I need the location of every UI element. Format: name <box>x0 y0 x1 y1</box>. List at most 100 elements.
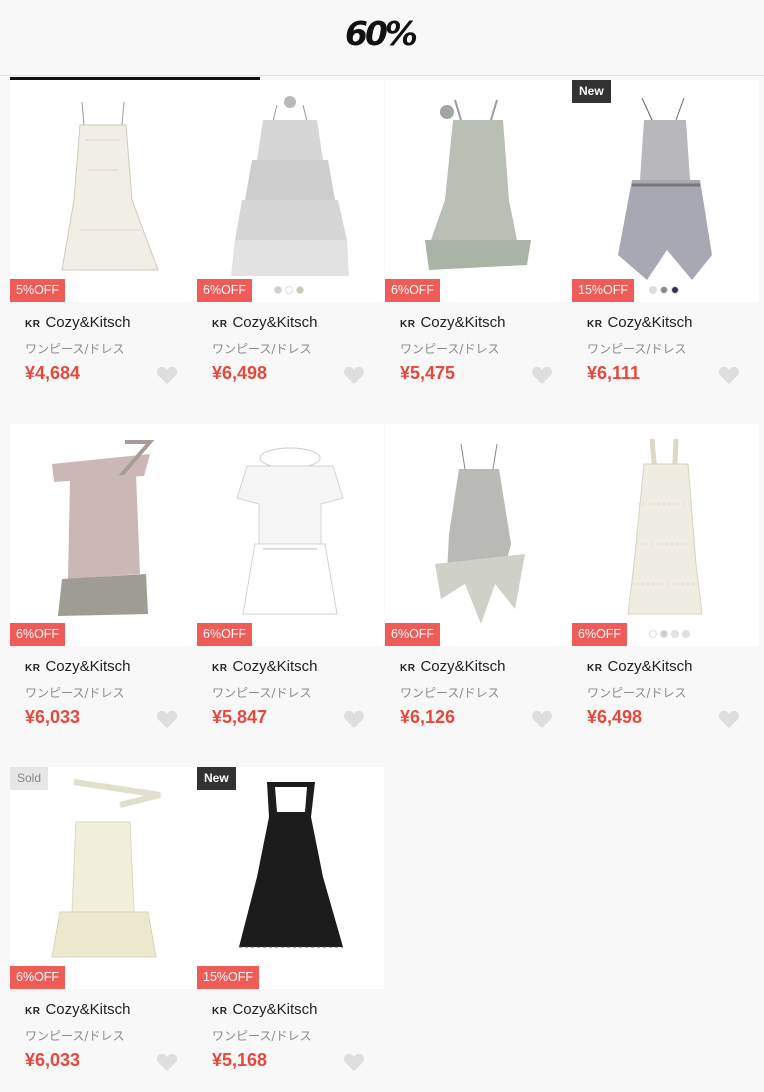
product-info: KR Cozy&Kitsch ワンピース/ドレス ¥5,168 <box>197 989 384 1092</box>
color-swatches <box>649 630 690 638</box>
product-category: ワンピース/ドレス <box>400 342 500 356</box>
color-swatch[interactable] <box>285 286 293 294</box>
dress-illustration <box>51 779 161 958</box>
product-price: ¥6,498 <box>212 363 268 383</box>
country-code: KR <box>400 663 416 674</box>
color-swatches <box>649 286 679 294</box>
product-image[interactable]: 5%OFF <box>10 80 197 302</box>
product-info: KR Cozy&Kitsch ワンピース/ドレス ¥6,126 <box>385 646 572 749</box>
brand-name[interactable]: KR Cozy&Kitsch <box>587 658 692 675</box>
brand-name[interactable]: KR Cozy&Kitsch <box>25 1001 130 1018</box>
product-price: ¥6,126 <box>400 707 456 727</box>
product-price: ¥6,033 <box>25 1050 81 1070</box>
product-card[interactable]: 6%OFF KR Cozy&Kitsch ワンピース/ドレス ¥6,498 <box>197 80 384 405</box>
heart-icon[interactable] <box>531 709 553 729</box>
product-category: ワンピース/ドレス <box>400 686 500 700</box>
brand-label: Cozy&Kitsch <box>420 314 506 331</box>
heart-icon[interactable] <box>718 365 740 385</box>
product-image[interactable]: New 15%OFF <box>197 767 384 989</box>
product-card[interactable]: 6%OFF KR Cozy&Kitsch ワンピース/ドレス ¥5,475 <box>385 80 572 405</box>
country-code: KR <box>25 1006 41 1017</box>
heart-icon[interactable] <box>156 365 178 385</box>
dress-illustration <box>618 97 712 280</box>
discount-badge: 15%OFF <box>572 279 635 302</box>
brand-label: Cozy&Kitsch <box>232 1001 318 1018</box>
product-card[interactable]: Sold 6%OFF KR Cozy&Kitsch ワンピース/ドレス ¥6,033 <box>10 767 197 1092</box>
color-swatch[interactable] <box>660 286 668 294</box>
brand-label: Cozy&Kitsch <box>45 658 131 675</box>
discount-badge: 6%OFF <box>197 623 253 646</box>
dress-illustration <box>627 438 703 615</box>
dress-illustration <box>236 447 344 615</box>
brand-label: Cozy&Kitsch <box>45 1001 131 1018</box>
product-card[interactable]: 5%OFF KR Cozy&Kitsch ワンピース/ドレス ¥4,684 <box>10 80 197 405</box>
color-swatch[interactable] <box>296 286 304 294</box>
heart-icon[interactable] <box>343 709 365 729</box>
site-logo[interactable]: 60% <box>345 14 418 53</box>
heart-icon[interactable] <box>156 1052 178 1072</box>
product-image[interactable]: 6%OFF <box>572 424 759 646</box>
product-price: ¥5,168 <box>212 1050 268 1070</box>
product-image[interactable]: 6%OFF <box>385 424 572 646</box>
heart-icon[interactable] <box>343 365 365 385</box>
product-card[interactable]: 6%OFF KR Cozy&Kitsch ワンピース/ドレス ¥6,126 <box>385 424 572 749</box>
brand-name[interactable]: KR Cozy&Kitsch <box>25 658 130 675</box>
brand-label: Cozy&Kitsch <box>232 314 318 331</box>
product-info: KR Cozy&Kitsch ワンピース/ドレス ¥6,033 <box>10 989 197 1092</box>
brand-name[interactable]: KR Cozy&Kitsch <box>400 314 505 331</box>
discount-badge: 6%OFF <box>197 279 253 302</box>
product-category: ワンピース/ドレス <box>587 342 687 356</box>
sold-badge: Sold <box>10 767 49 790</box>
brand-name[interactable]: KR Cozy&Kitsch <box>25 314 130 331</box>
brand-name[interactable]: KR Cozy&Kitsch <box>212 314 317 331</box>
brand-label: Cozy&Kitsch <box>45 314 131 331</box>
brand-name[interactable]: KR Cozy&Kitsch <box>400 658 505 675</box>
product-card[interactable]: 6%OFF KR Cozy&Kitsch ワンピース/ドレス ¥6,498 <box>572 424 759 749</box>
product-card[interactable]: New 15%OFF KR Cozy&Kitsch ワンピース/ドレス ¥6,111 <box>572 80 759 405</box>
color-swatch[interactable] <box>649 630 657 638</box>
country-code: KR <box>212 1006 228 1017</box>
country-code: KR <box>25 663 41 674</box>
dress-illustration <box>61 101 159 271</box>
color-swatch[interactable] <box>274 286 282 294</box>
product-image[interactable]: 6%OFF <box>197 80 384 302</box>
color-swatch[interactable] <box>660 630 668 638</box>
product-category: ワンピース/ドレス <box>587 686 687 700</box>
product-card[interactable]: 6%OFF KR Cozy&Kitsch ワンピース/ドレス ¥6,033 <box>10 424 197 749</box>
brand-label: Cozy&Kitsch <box>420 658 506 675</box>
color-swatch[interactable] <box>671 286 679 294</box>
brand-name[interactable]: KR Cozy&Kitsch <box>212 658 317 675</box>
product-category: ワンピース/ドレス <box>212 1029 312 1043</box>
product-category: ワンピース/ドレス <box>212 686 312 700</box>
product-price: ¥6,033 <box>25 707 81 727</box>
discount-badge: 6%OFF <box>385 623 441 646</box>
product-info: KR Cozy&Kitsch ワンピース/ドレス ¥5,475 <box>385 302 572 405</box>
product-info: KR Cozy&Kitsch ワンピース/ドレス ¥4,684 <box>10 302 197 405</box>
dress-illustration <box>425 99 531 270</box>
brand-label: Cozy&Kitsch <box>232 658 318 675</box>
heart-icon[interactable] <box>156 709 178 729</box>
dress-illustration <box>231 96 349 276</box>
country-code: KR <box>400 319 416 330</box>
discount-badge: 6%OFF <box>385 279 441 302</box>
heart-icon[interactable] <box>343 1052 365 1072</box>
heart-icon[interactable] <box>718 709 740 729</box>
product-image[interactable]: 6%OFF <box>10 424 197 646</box>
product-card[interactable]: 6%OFF KR Cozy&Kitsch ワンピース/ドレス ¥5,847 <box>197 424 384 749</box>
brand-label: Cozy&Kitsch <box>607 658 693 675</box>
color-swatch[interactable] <box>649 286 657 294</box>
product-image[interactable]: 6%OFF <box>385 80 572 302</box>
color-swatch[interactable] <box>682 630 690 638</box>
brand-name[interactable]: KR Cozy&Kitsch <box>212 1001 317 1018</box>
heart-icon[interactable] <box>531 365 553 385</box>
color-swatches <box>274 286 304 294</box>
brand-name[interactable]: KR Cozy&Kitsch <box>587 314 692 331</box>
product-image[interactable]: Sold 6%OFF <box>10 767 197 989</box>
product-image[interactable]: New 15%OFF <box>572 80 759 302</box>
color-swatch[interactable] <box>671 630 679 638</box>
product-image[interactable]: 6%OFF <box>197 424 384 646</box>
product-category: ワンピース/ドレス <box>25 342 125 356</box>
country-code: KR <box>587 663 603 674</box>
country-code: KR <box>25 319 41 330</box>
product-card[interactable]: New 15%OFF KR Cozy&Kitsch ワンピース/ドレス ¥5,168 <box>197 767 384 1092</box>
